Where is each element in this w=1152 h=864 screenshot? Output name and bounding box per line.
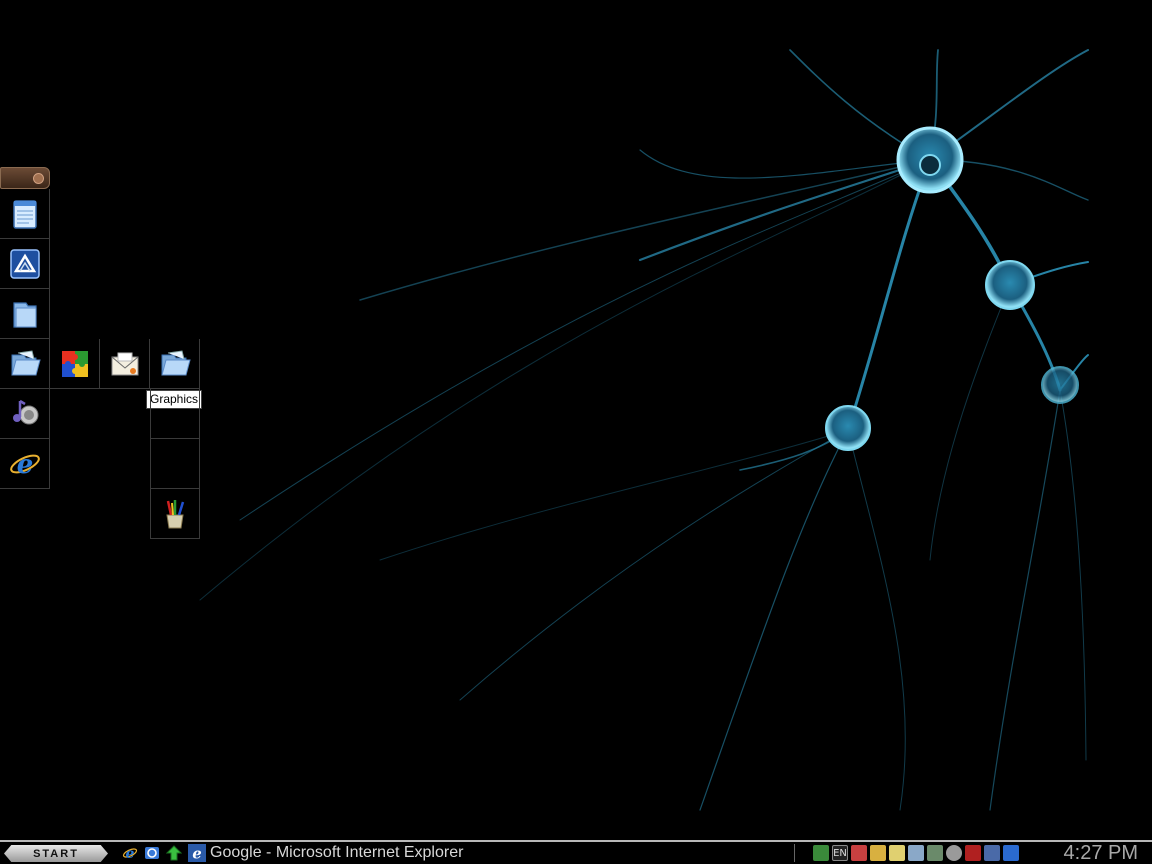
svg-text:e: e xyxy=(126,846,135,861)
svg-text:e: e xyxy=(16,450,33,480)
dock-item-puzzle[interactable] xyxy=(50,339,100,389)
start-label: START xyxy=(33,847,79,860)
dock-handle-knob-icon xyxy=(33,173,44,184)
paint-brushes-icon xyxy=(166,499,185,528)
internet-explorer-icon: e xyxy=(9,450,40,480)
quicklaunch-outlook-icon[interactable] xyxy=(144,845,160,861)
graphics-folder-icon xyxy=(160,349,191,375)
folder-icon xyxy=(12,301,37,328)
dock-item-media-player[interactable] xyxy=(0,389,50,439)
dock-item-mail[interactable] xyxy=(100,339,150,389)
dock-slot-empty xyxy=(150,389,200,439)
dock-slot-empty xyxy=(150,439,200,489)
puzzle-icon xyxy=(61,350,88,377)
dock-item-app-launcher[interactable] xyxy=(0,239,50,289)
messenger-icon[interactable] xyxy=(870,845,886,861)
media-player-icon xyxy=(12,399,38,424)
folder-tray-icon[interactable] xyxy=(889,845,905,861)
notepad-icon xyxy=(12,199,37,229)
dock-item-internet-explorer[interactable]: e xyxy=(0,439,50,489)
dock-item-paint-brushes[interactable] xyxy=(150,489,200,539)
dock-item-folder-open[interactable] xyxy=(0,339,50,389)
security-icon[interactable] xyxy=(1003,845,1019,861)
dock-collapse-handle[interactable] xyxy=(0,167,50,189)
dock-item-folder[interactable] xyxy=(0,289,50,339)
quicklaunch-internet-explorer-icon[interactable]: e xyxy=(122,845,138,861)
antivirus-icon[interactable] xyxy=(851,845,867,861)
taskbar-window-button[interactable]: e Google - Microsoft Internet Explorer xyxy=(188,843,788,863)
alert-icon[interactable] xyxy=(965,845,981,861)
svg-text:e: e xyxy=(192,846,201,862)
quicklaunch-update-arrow-icon[interactable] xyxy=(166,845,182,861)
network-icon[interactable] xyxy=(813,845,829,861)
dock-item-graphics-folder[interactable] xyxy=(150,339,200,389)
taskbar-window-title: Google - Microsoft Internet Explorer xyxy=(210,844,464,861)
display-icon[interactable] xyxy=(908,845,924,861)
app-launcher-icon xyxy=(9,248,40,279)
bluetooth-icon[interactable] xyxy=(984,845,1000,861)
monitor-icon[interactable] xyxy=(927,845,943,861)
mail-icon xyxy=(111,352,138,375)
dock-item-notepad[interactable] xyxy=(0,189,50,239)
system-tray: EN xyxy=(794,844,1038,862)
language-label: EN xyxy=(833,847,847,859)
ie-window-icon: e xyxy=(188,844,206,862)
language-indicator[interactable]: EN xyxy=(832,845,848,861)
start-button[interactable]: START xyxy=(4,845,108,862)
clock[interactable]: 4:27 PM xyxy=(1064,842,1138,864)
folder-open-icon xyxy=(10,349,41,375)
user-icon[interactable] xyxy=(946,845,962,861)
taskbar: START e e Google - Microsoft Internet Ex… xyxy=(0,840,1152,864)
